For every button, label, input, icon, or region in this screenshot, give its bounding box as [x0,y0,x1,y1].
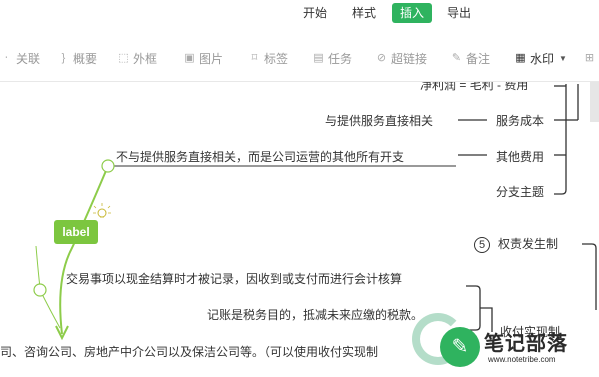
tag-button[interactable]: ⌑ 标签 [248,50,288,66]
cash-detail-node-1[interactable]: 交易事项以现金结算时才被记录，因收到或支付而进行会计核算 [66,270,402,287]
priority-number-icon: 5 [474,236,490,253]
accrual-bracket [582,243,597,310]
relationship-label[interactable]: label [54,220,98,244]
watermark-title: 笔记部落 [484,333,568,355]
accrual-node[interactable]: 5 权责发生制 [474,235,558,253]
note-icon: ✎ [451,51,462,64]
tag-icon: ⌑ [251,51,258,64]
top-partial-node[interactable]: 净利润 = 毛利 - 费用 [420,82,528,93]
insert-toolbar: ⋅ 关联 } 概要 ⬚ 外框 ▣ 图片 ⌑ 标签 ▤ 任务 ⊘ 超链接 ✎ 备注… [0,26,599,82]
boundary-frame-icon: ⬚ [118,51,129,64]
image-button[interactable]: ▣ 图片 [183,50,223,66]
watermark-url: www.notetribe.com [488,355,556,364]
other-detail-node[interactable]: 不与提供服务直接相关，而是公司运营的其他所有开支 [116,148,404,165]
branch-topic-node[interactable]: 分支主题 [496,183,544,200]
tab-insert[interactable]: 插入 [392,3,432,23]
relationship-start-handle[interactable] [101,159,115,173]
cash-detail-node-2[interactable]: 记账是税务目的，抵减未来应缴的税款。 [207,306,423,323]
relationship-control-handle[interactable] [33,283,47,297]
watermark-button[interactable]: ▦ 水印 ▼ [514,50,567,66]
more-tool-button[interactable]: ⊞ [583,50,599,66]
side-panel-handle[interactable] [590,82,599,122]
upper-group-bracket [554,84,567,195]
accrual-label: 权责发生制 [498,237,559,251]
site-watermark: ✎ 笔记部落 www.notetribe.com [404,305,599,377]
service-cost-node[interactable]: 服务成本 [496,112,544,129]
task-button[interactable]: ▤ 任务 [312,50,352,66]
tab-export[interactable]: 导出 [441,3,477,23]
bottom-text-node[interactable]: 司、咨询公司、房地产中介公司以及保洁公司等。（可以使用收付实现制 [0,343,378,360]
tab-style[interactable]: 样式 [346,3,382,23]
summary-button[interactable]: } 概要 [57,50,97,66]
pencil-icon: ✎ [440,327,480,367]
relation-button[interactable]: ⋅ 关联 [0,50,40,66]
other-cost-node[interactable]: 其他费用 [496,148,544,165]
lightbulb-icon[interactable] [93,203,111,218]
chevron-down-icon: ▼ [559,53,567,63]
task-icon: ▤ [313,51,324,64]
relationship-tail-line [35,245,41,289]
watermark-icon: ▦ [515,51,526,64]
relation-icon: ⋅ [4,51,9,64]
relationship-curve [59,165,109,335]
summary-brace-icon: } [61,51,66,64]
note-button[interactable]: ✎ 备注 [450,50,490,66]
service-detail-node[interactable]: 与提供服务直接相关 [325,112,433,129]
hyperlink-button[interactable]: ⊘ 超链接 [375,50,427,66]
menu-bar: 开始 样式 插入 导出 [0,0,599,26]
image-icon: ▣ [184,51,195,64]
tab-start[interactable]: 开始 [297,3,333,23]
boundary-button[interactable]: ⬚ 外框 [117,50,157,66]
link-icon: ⊘ [376,51,387,64]
structure-icon: ⊞ [584,51,595,64]
